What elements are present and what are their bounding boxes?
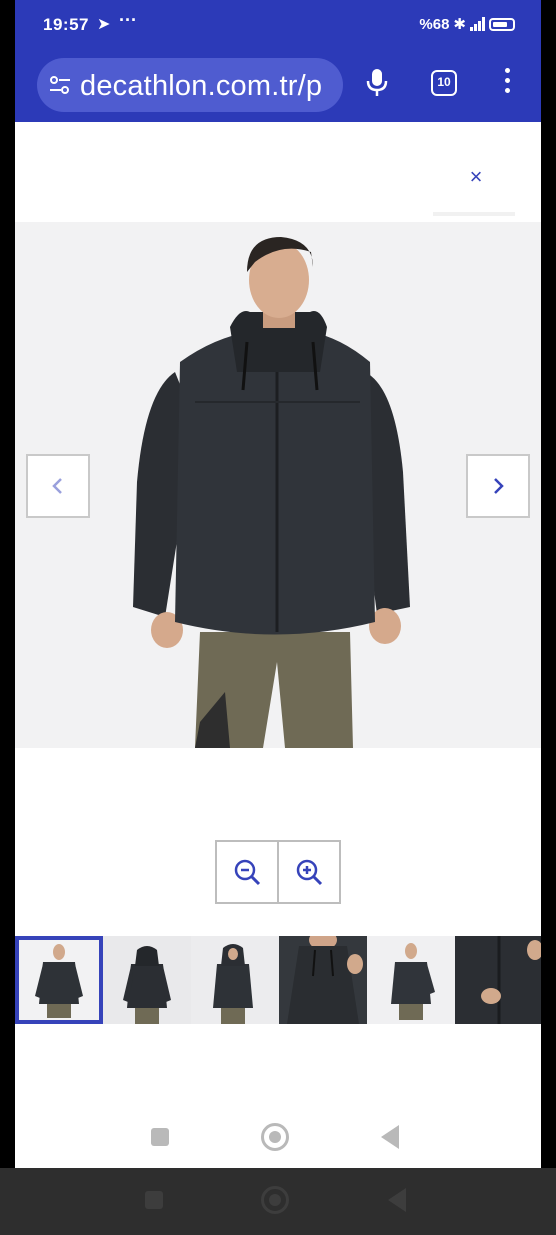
battery-icon — [489, 17, 515, 31]
more-dots-icon: ··· — [119, 10, 137, 30]
bluetooth-icon: ✱ — [453, 16, 466, 33]
system-back-icon[interactable] — [388, 1188, 406, 1212]
browser-toolbar: decathlon.com.tr/p 10 — [15, 52, 541, 122]
thumbnail-strip — [15, 936, 541, 1024]
home-icon[interactable] — [261, 1123, 289, 1151]
back-icon[interactable] — [381, 1125, 399, 1149]
tab-switcher-icon[interactable]: 10 — [431, 70, 457, 96]
chevron-left-icon — [52, 478, 62, 494]
thumbnail-5[interactable] — [367, 936, 455, 1024]
zoom-controls — [215, 840, 341, 904]
system-navigation-bar — [0, 1168, 556, 1235]
thumbnail-4[interactable] — [279, 936, 367, 1024]
status-time: 19:57 — [43, 15, 89, 34]
recent-apps-icon[interactable] — [151, 1128, 169, 1146]
phone-screen: 19:57 ➤ ··· %68 ✱ decathlon.com.tr/p 10 … — [15, 0, 541, 1168]
product-photo — [15, 222, 541, 748]
thumbnail-1[interactable] — [15, 936, 103, 1024]
address-bar[interactable]: decathlon.com.tr/p — [37, 58, 343, 112]
close-button[interactable]: × — [455, 156, 497, 198]
site-settings-icon[interactable] — [49, 75, 71, 95]
system-home-icon[interactable] — [261, 1186, 289, 1214]
thumbnail-2[interactable] — [103, 936, 191, 1024]
thumbnail-3[interactable] — [191, 936, 279, 1024]
navigation-icon: ➤ — [97, 16, 111, 33]
system-recent-apps-icon[interactable] — [145, 1191, 163, 1209]
product-image-viewer[interactable] — [15, 222, 541, 748]
zoom-out-button[interactable] — [217, 842, 277, 902]
url-text[interactable]: decathlon.com.tr/p — [80, 70, 322, 103]
thumbnail-6[interactable] — [455, 936, 541, 1024]
thumbnail-back-photo — [103, 936, 191, 1024]
battery-percent: %68 — [419, 15, 450, 33]
overflow-menu-icon[interactable] — [503, 68, 511, 98]
status-indicators: %68 ✱ — [419, 15, 515, 33]
zoom-in-button[interactable] — [277, 842, 339, 902]
signal-icon — [470, 17, 485, 31]
thumbnail-front-photo — [15, 936, 103, 1024]
chevron-right-icon — [494, 478, 504, 494]
thumbnail-pocket-detail-photo — [455, 936, 541, 1024]
android-navigation-bar — [15, 1108, 541, 1168]
previous-image-button[interactable] — [26, 454, 90, 518]
zoom-out-icon — [234, 859, 261, 886]
mic-icon[interactable] — [365, 68, 389, 98]
close-icon: × — [469, 164, 483, 189]
thumbnail-hood-photo — [191, 936, 279, 1024]
tab-count: 10 — [437, 75, 451, 89]
thumbnail-collar-detail-photo — [279, 936, 367, 1024]
header-divider — [433, 212, 515, 216]
zoom-in-icon — [296, 859, 323, 886]
status-bar: 19:57 ➤ ··· %68 ✱ — [15, 0, 541, 52]
thumbnail-side-photo — [367, 936, 455, 1024]
next-image-button[interactable] — [466, 454, 530, 518]
